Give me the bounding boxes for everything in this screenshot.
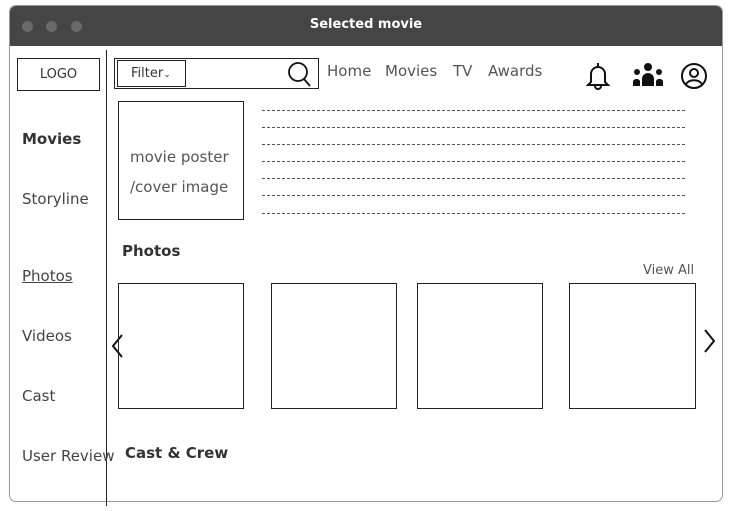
placeholder-line (262, 127, 685, 128)
nav-home[interactable]: Home (327, 62, 371, 80)
photo-thumbnail[interactable] (271, 283, 397, 409)
sidebar-divider (106, 50, 107, 506)
movie-poster: movie poster /cover image (118, 101, 244, 220)
cast-crew-heading: Cast & Crew (125, 444, 229, 462)
bell-icon[interactable] (584, 60, 612, 92)
chevron-right-icon[interactable] (703, 328, 717, 354)
nav-movies[interactable]: Movies (385, 62, 437, 80)
nav-tv[interactable]: TV (453, 62, 472, 80)
placeholder-line (262, 195, 685, 196)
placeholder-line (262, 213, 685, 214)
window-title: Selected movie (309, 17, 423, 32)
photo-thumbnail[interactable] (118, 283, 244, 409)
sidebar-item-storyline[interactable]: Storyline (22, 190, 89, 208)
view-all-link[interactable]: View All (643, 263, 694, 278)
filter-label: Filter (131, 66, 164, 81)
sidebar-item-photos[interactable]: Photos (22, 267, 73, 285)
search-icon[interactable] (286, 60, 314, 88)
people-group-icon[interactable] (632, 62, 664, 88)
poster-text-2: /cover image (130, 178, 229, 196)
title-bar: Selected movie (10, 6, 722, 46)
photos-heading: Photos (122, 242, 181, 260)
chevron-down-icon: ⌄ (163, 70, 171, 80)
placeholder-line (262, 144, 685, 145)
placeholder-line (262, 161, 685, 162)
sidebar-item-cast[interactable]: Cast (22, 387, 55, 405)
user-profile-icon[interactable] (680, 62, 708, 90)
sidebar-item-movies[interactable]: Movies (22, 130, 81, 148)
sidebar-item-videos[interactable]: Videos (22, 327, 72, 345)
placeholder-line (262, 110, 685, 111)
logo: LOGO (17, 58, 100, 91)
photo-thumbnail[interactable] (417, 283, 543, 409)
nav-awards[interactable]: Awards (488, 62, 542, 80)
photo-thumbnail[interactable] (569, 283, 696, 409)
filter-dropdown[interactable]: Filter⌄ (117, 60, 186, 87)
poster-text-1: movie poster (130, 148, 229, 166)
sidebar-item-user-review[interactable]: User Review (22, 447, 114, 465)
placeholder-line (262, 178, 685, 179)
